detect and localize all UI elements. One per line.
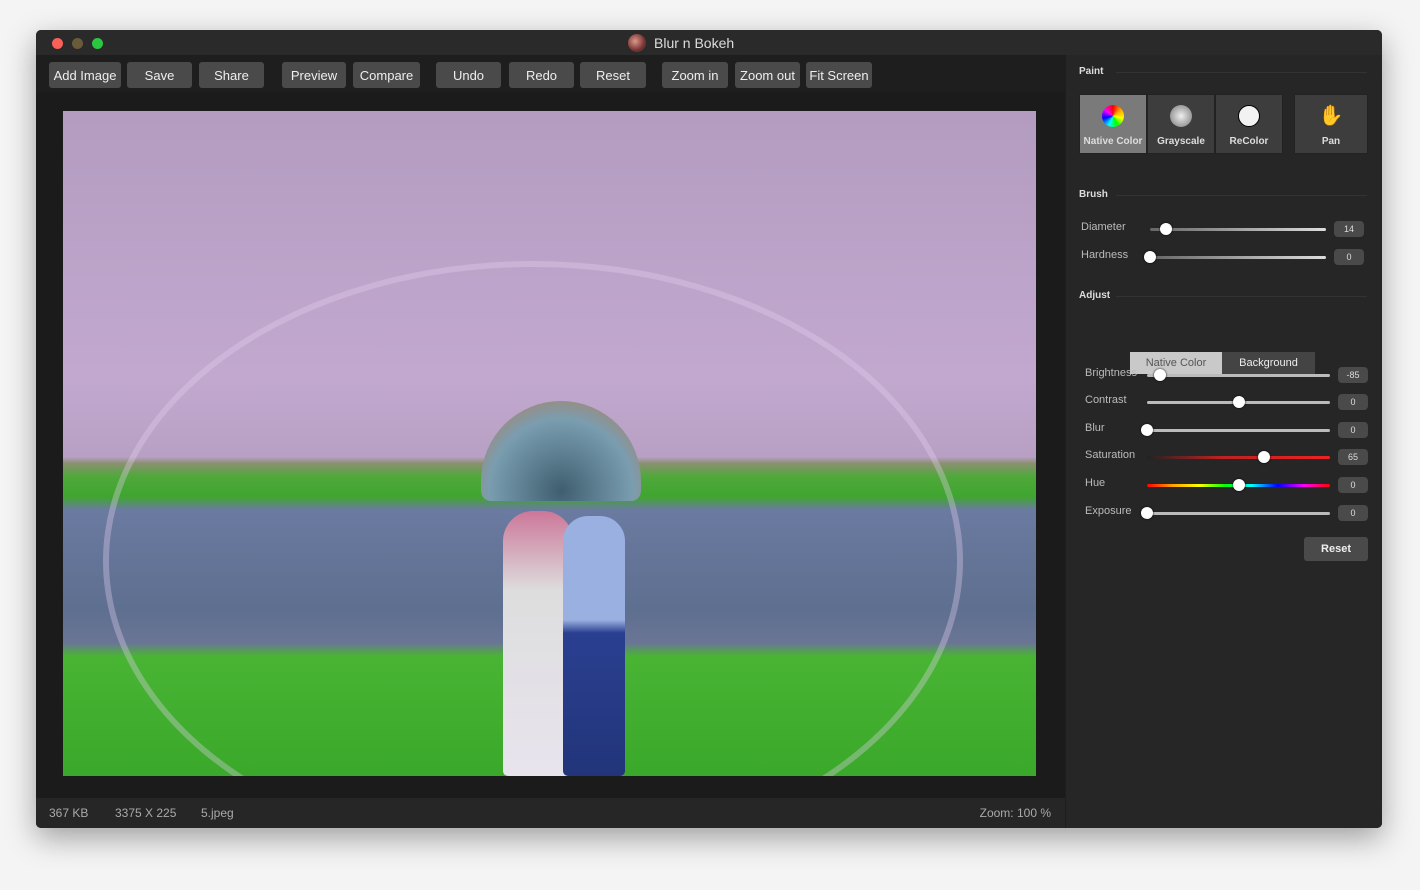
zoom-out-button[interactable]: Zoom out xyxy=(735,62,800,88)
contrast-label: Contrast xyxy=(1085,394,1127,406)
saturation-label: Saturation xyxy=(1085,449,1136,461)
adjust-heading: Adjust xyxy=(1079,290,1111,301)
diameter-label: Diameter xyxy=(1081,221,1126,233)
blur-value[interactable]: 0 xyxy=(1338,422,1368,438)
hue-label: Hue xyxy=(1085,477,1106,489)
tool-recolor[interactable]: ReColor xyxy=(1215,94,1283,154)
tool-label: Grayscale xyxy=(1157,136,1205,147)
brightness-value[interactable]: -85 xyxy=(1338,367,1368,383)
zoom-in-button[interactable]: Zoom in xyxy=(662,62,728,88)
minimize-button[interactable] xyxy=(72,38,83,49)
reset-button[interactable]: Reset xyxy=(580,62,646,88)
diameter-slider-thumb[interactable] xyxy=(1159,223,1172,235)
tool-native-color[interactable]: Native Color xyxy=(1079,94,1147,154)
tool-grayscale[interactable]: Grayscale xyxy=(1147,94,1215,154)
contrast-slider-thumb[interactable] xyxy=(1232,396,1245,408)
saturation-value[interactable]: 65 xyxy=(1338,449,1368,465)
diameter-slider[interactable] xyxy=(1150,223,1326,235)
blur-slider-thumb[interactable] xyxy=(1141,424,1153,436)
recolor-icon xyxy=(1238,105,1260,127)
tab-background[interactable]: Background xyxy=(1222,352,1315,374)
tool-pan[interactable]: ✋ Pan xyxy=(1294,94,1368,154)
exposure-slider-thumb[interactable] xyxy=(1141,507,1153,519)
saturation-slider[interactable] xyxy=(1147,451,1330,463)
exposure-slider[interactable] xyxy=(1141,507,1330,519)
fit-screen-button[interactable]: Fit Screen xyxy=(806,62,872,88)
grayscale-icon xyxy=(1170,105,1192,127)
brightness-label: Brightness xyxy=(1085,367,1137,379)
exposure-value[interactable]: 0 xyxy=(1338,505,1368,521)
brightness-slider[interactable] xyxy=(1147,369,1330,381)
groom xyxy=(563,516,625,776)
contrast-value[interactable]: 0 xyxy=(1338,394,1368,410)
blur-label: Blur xyxy=(1085,422,1105,434)
compare-button[interactable]: Compare xyxy=(353,62,420,88)
app-window: Blur n Bokeh Add Image Save Share Previe… xyxy=(36,30,1382,828)
brightness-slider-thumb[interactable] xyxy=(1153,369,1166,381)
image-dimensions: 3375 X 225 xyxy=(115,806,177,820)
hardness-slider[interactable] xyxy=(1144,251,1326,263)
status-bar: 367 KB 3375 X 225 5.jpeg Zoom: 100 % xyxy=(36,798,1065,828)
blur-slider[interactable] xyxy=(1141,424,1330,436)
file-size: 367 KB xyxy=(49,806,89,820)
side-panel: Paint Native Color Grayscale ReColor ✋ P… xyxy=(1066,55,1382,828)
title-bar: Blur n Bokeh xyxy=(36,30,1382,55)
canvas-area[interactable] xyxy=(36,92,1065,798)
undo-button[interactable]: Undo xyxy=(436,62,501,88)
window-title: Blur n Bokeh xyxy=(654,35,735,51)
zoom-level: Zoom: 100 % xyxy=(979,806,1051,820)
hue-slider-thumb[interactable] xyxy=(1232,479,1245,491)
exposure-label: Exposure xyxy=(1085,505,1132,517)
add-image-button[interactable]: Add Image xyxy=(49,62,121,88)
share-button[interactable]: Share xyxy=(199,62,264,88)
close-button[interactable] xyxy=(52,38,63,49)
color-wheel-icon xyxy=(1102,105,1124,127)
file-name: 5.jpeg xyxy=(201,806,234,820)
diameter-value[interactable]: 14 xyxy=(1334,221,1364,237)
paint-heading: Paint xyxy=(1079,66,1104,77)
photo-canvas[interactable] xyxy=(63,111,1036,776)
tool-label: ReColor xyxy=(1229,136,1269,147)
hue-value[interactable]: 0 xyxy=(1338,477,1368,493)
hardness-slider-thumb[interactable] xyxy=(1144,251,1156,263)
hue-slider[interactable] xyxy=(1147,479,1330,491)
save-button[interactable]: Save xyxy=(127,62,192,88)
contrast-slider[interactable] xyxy=(1147,396,1330,408)
adjust-reset-button[interactable]: Reset xyxy=(1304,537,1368,561)
saturation-slider-thumb[interactable] xyxy=(1258,451,1271,463)
app-icon xyxy=(628,34,646,52)
redo-button[interactable]: Redo xyxy=(509,62,574,88)
brush-heading: Brush xyxy=(1079,189,1108,200)
hardness-value[interactable]: 0 xyxy=(1334,249,1364,265)
tool-label: Pan xyxy=(1321,136,1341,147)
tool-label: Native Color xyxy=(1083,136,1143,147)
preview-button[interactable]: Preview xyxy=(282,62,346,88)
hardness-label: Hardness xyxy=(1081,249,1129,261)
tab-native-color[interactable]: Native Color xyxy=(1130,352,1222,374)
maximize-button[interactable] xyxy=(92,38,103,49)
hand-icon: ✋ xyxy=(1318,105,1344,127)
